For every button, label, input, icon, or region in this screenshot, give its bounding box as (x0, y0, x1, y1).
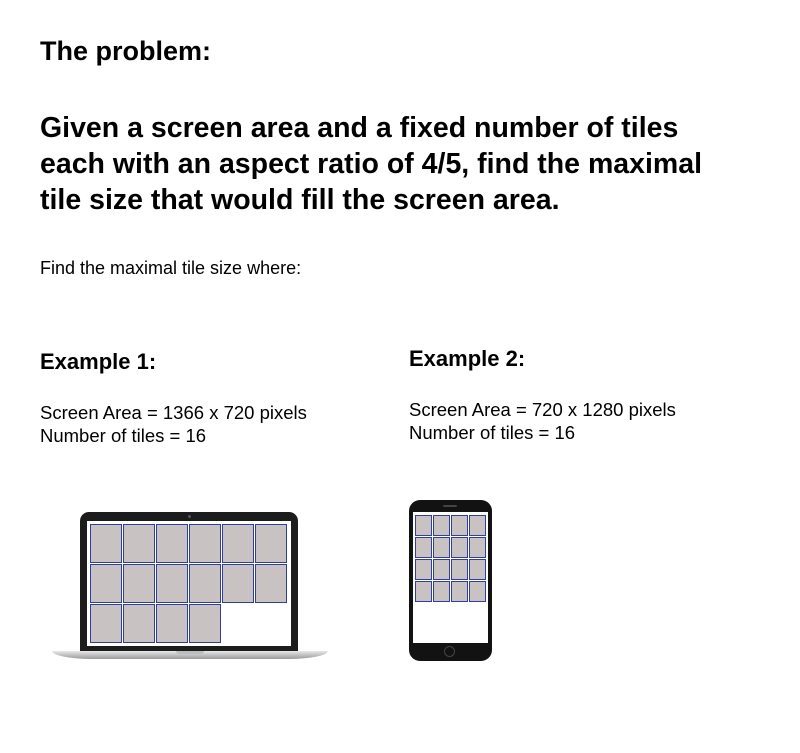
laptop-tile (123, 524, 155, 563)
laptop-tile (189, 604, 221, 643)
laptop-tile (255, 564, 287, 603)
laptop-tile (156, 564, 188, 603)
laptop-tile (123, 564, 155, 603)
phone-tile (451, 515, 468, 536)
phone-tile (451, 581, 468, 602)
find-instruction: Find the maximal tile size where: (40, 258, 302, 278)
phone-tile (469, 537, 486, 558)
phone-tile (469, 559, 486, 580)
example-2-tile-count: Number of tiles = 16 (409, 422, 576, 443)
example-1-title: Example 1: (40, 349, 157, 374)
laptop-tile (156, 524, 188, 563)
phone-tile (415, 515, 432, 536)
example-1-tile-count: Number of tiles = 16 (40, 425, 207, 446)
laptop-tile (90, 604, 122, 643)
phone-tile (433, 537, 450, 558)
example-2-screen-area: Screen Area = 720 x 1280 pixels (409, 399, 676, 420)
phone-tile (415, 537, 432, 558)
page-title: The problem: (40, 36, 212, 66)
phone-tile (433, 515, 450, 536)
statement-line-2: each with an aspect ratio of 4/5, find t… (40, 148, 703, 180)
phone-screen (413, 512, 488, 643)
laptop-tile (156, 604, 188, 643)
example-1: Example 1: (40, 349, 156, 375)
phone-tile (451, 559, 468, 580)
laptop-screen (87, 521, 291, 646)
laptop-tile (222, 564, 254, 603)
laptop-tile (90, 564, 122, 603)
statement-line-1: Given a screen area and a fixed number o… (40, 112, 679, 144)
example-2: Example 2: (409, 346, 525, 372)
phone-home-button (444, 646, 455, 657)
laptop-tile (255, 524, 287, 563)
statement-line-3: tile size that would fill the screen are… (40, 184, 560, 216)
laptop-notch (176, 651, 204, 654)
phone-tile (433, 581, 450, 602)
phone-tile (451, 537, 468, 558)
example-1-screen-area: Screen Area = 1366 x 720 pixels (40, 402, 307, 423)
phone-speaker (443, 505, 457, 507)
laptop-tile (123, 604, 155, 643)
problem-statement: Given a screen area and a fixed number o… (40, 110, 780, 218)
phone-tile (415, 581, 432, 602)
phone-tile (469, 515, 486, 536)
example-2-title: Example 2: (409, 346, 526, 371)
laptop-camera (188, 515, 191, 518)
phone-tile (433, 559, 450, 580)
laptop-tile (90, 524, 122, 563)
laptop-tile (189, 564, 221, 603)
laptop-tile (189, 524, 221, 563)
phone-tile (415, 559, 432, 580)
laptop-tile (222, 524, 254, 563)
phone-tile (469, 581, 486, 602)
